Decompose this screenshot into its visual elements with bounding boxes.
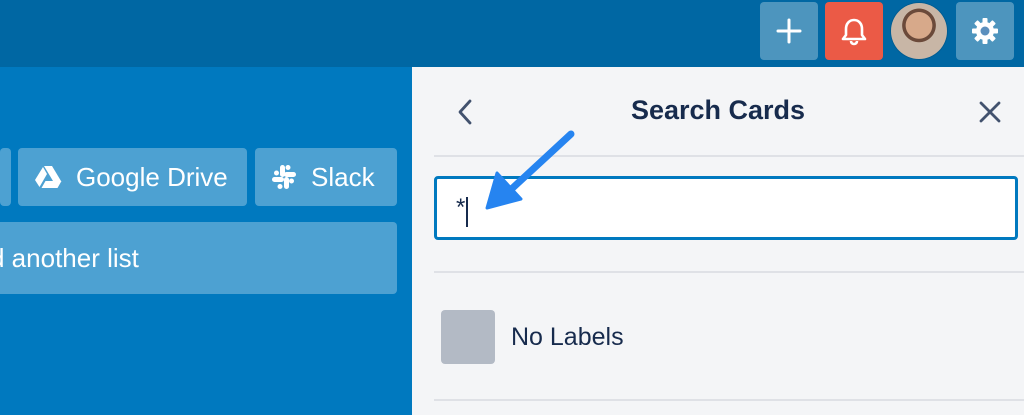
- text-caret: [466, 197, 468, 227]
- divider: [434, 271, 1024, 273]
- notifications-button[interactable]: [825, 2, 883, 60]
- powerup-button-partial[interactable]: [0, 148, 11, 206]
- bell-icon: [841, 18, 867, 46]
- slack-label: Slack: [311, 161, 375, 192]
- gear-icon: [972, 18, 998, 44]
- google-drive-icon: [34, 165, 62, 189]
- panel-title: Search Cards: [630, 95, 806, 125]
- add-button[interactable]: [760, 2, 818, 60]
- add-list-label: d another list: [0, 242, 139, 273]
- close-icon: [979, 101, 1001, 123]
- settings-button[interactable]: [956, 2, 1014, 60]
- close-button[interactable]: [975, 95, 1005, 129]
- divider: [434, 155, 1024, 157]
- label-name: No Labels: [511, 322, 624, 351]
- plus-icon: [776, 18, 802, 44]
- top-header-bar: [0, 0, 1024, 67]
- label-filter-no-labels[interactable]: No Labels: [441, 310, 624, 364]
- google-drive-button[interactable]: Google Drive: [18, 148, 247, 206]
- board-canvas: Google Drive Slack d another list: [0, 67, 412, 415]
- slack-button[interactable]: Slack: [255, 148, 397, 206]
- slack-icon: [271, 164, 297, 190]
- avatar[interactable]: [891, 3, 947, 59]
- add-another-list-button[interactable]: d another list: [0, 222, 397, 294]
- label-color-swatch: [441, 310, 495, 364]
- search-input[interactable]: [434, 176, 1018, 240]
- google-drive-label: Google Drive: [76, 161, 228, 192]
- divider: [434, 399, 1024, 401]
